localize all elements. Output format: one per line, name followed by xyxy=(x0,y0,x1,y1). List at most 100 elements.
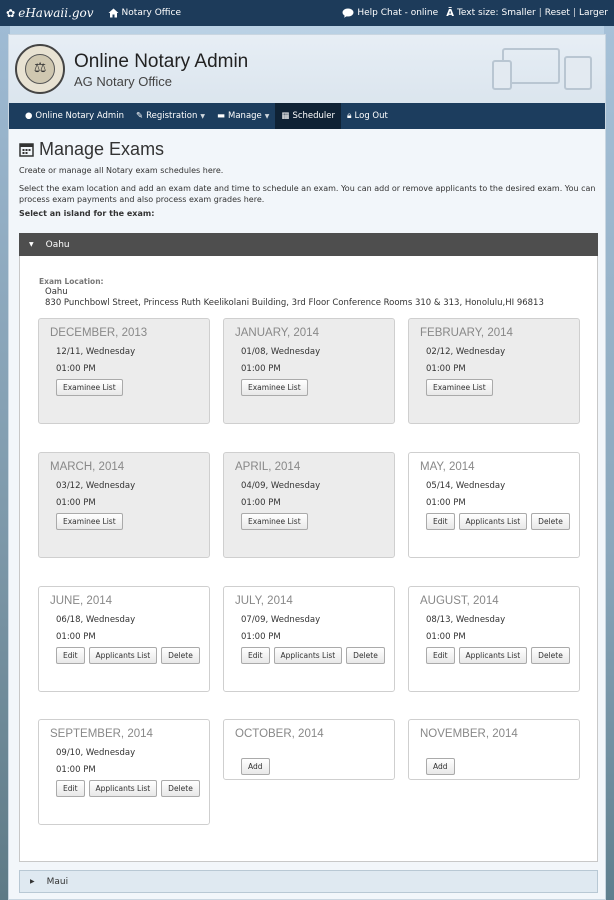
text-size-smaller[interactable]: Smaller xyxy=(501,8,535,18)
brand-text: eHawaii.gov xyxy=(18,6,94,20)
lock-icon: 🔒︎ xyxy=(347,111,352,121)
nav-label: Registration xyxy=(146,111,198,121)
app-title: Online Notary Admin xyxy=(74,51,249,72)
text-size-larger[interactable]: Larger xyxy=(579,8,608,18)
folder-icon: ▬ xyxy=(216,111,226,121)
exam-month: MAY, 2014 xyxy=(420,461,475,473)
nav-registration[interactable]: ✎ Registration ▼ xyxy=(130,103,211,129)
exam-month: JULY, 2014 xyxy=(235,595,293,607)
notary-office-label: Notary Office xyxy=(121,8,181,18)
island-name: Maui xyxy=(46,876,69,887)
accordion-maui-header[interactable]: ▶ Maui xyxy=(19,870,598,893)
exam-month: JANUARY, 2014 xyxy=(235,327,319,339)
calendar-icon xyxy=(19,143,34,157)
text-size-controls: Ā Text size: Smaller | Reset | Larger xyxy=(446,8,608,19)
exam-date: 01/08, Wednesday xyxy=(241,347,321,357)
applicants-list-button[interactable]: Applicants List xyxy=(273,647,343,664)
caret-right-icon: ▶ xyxy=(30,878,35,885)
exam-card: JULY, 2014 07/09, Wednesday 01:00 PM Edi… xyxy=(223,586,395,692)
exam-location-address: 830 Punchbowl Street, Princess Ruth Keel… xyxy=(45,298,544,308)
exam-card: JANUARY, 2014 01/08, Wednesday 01:00 PM … xyxy=(223,318,395,424)
exam-time: 01:00 PM xyxy=(56,632,96,642)
nav-online-notary-admin[interactable]: ● Online Notary Admin xyxy=(19,103,130,129)
edit-icon: ✎ xyxy=(135,111,144,121)
edit-button[interactable]: Edit xyxy=(426,647,455,664)
delete-button[interactable]: Delete xyxy=(346,647,385,664)
devices-icon xyxy=(492,48,592,90)
examinee-list-button[interactable]: Examinee List xyxy=(241,513,308,530)
applicants-list-button[interactable]: Applicants List xyxy=(88,780,158,797)
exam-time: 01:00 PM xyxy=(426,632,466,642)
delete-button[interactable]: Delete xyxy=(161,647,200,664)
notary-office-link[interactable]: Notary Office xyxy=(108,8,181,18)
add-exam-button[interactable]: Add xyxy=(426,758,455,775)
applicants-list-button[interactable]: Applicants List xyxy=(458,513,528,530)
nav-label: Online Notary Admin xyxy=(35,111,124,121)
nav-scheduler[interactable]: ▦ Scheduler xyxy=(275,103,341,129)
hawaii-flower-icon: ✿ xyxy=(6,6,16,20)
page-title: Manage Exams xyxy=(19,139,597,160)
examinee-list-button[interactable]: Examinee List xyxy=(56,379,123,396)
text-size-reset[interactable]: Reset xyxy=(545,8,570,18)
examinee-list-button[interactable]: Examinee List xyxy=(56,513,123,530)
island-prompt: Select an island for the exam: xyxy=(19,209,155,218)
edit-button[interactable]: Edit xyxy=(56,780,85,797)
exam-location-label: Exam Location: xyxy=(39,277,104,286)
circle-icon: ● xyxy=(25,111,33,121)
exam-date: 12/11, Wednesday xyxy=(56,347,136,357)
exam-card: MARCH, 2014 03/12, Wednesday 01:00 PM Ex… xyxy=(38,452,210,558)
page-content: Manage Exams Create or manage all Notary… xyxy=(19,139,597,218)
delete-button[interactable]: Delete xyxy=(531,647,570,664)
exam-time: 01:00 PM xyxy=(426,498,466,508)
exam-date: 03/12, Wednesday xyxy=(56,481,136,491)
exam-card: FEBRUARY, 2014 02/12, Wednesday 01:00 PM… xyxy=(408,318,580,424)
examinee-list-button[interactable]: Examinee List xyxy=(241,379,308,396)
examinee-list-button[interactable]: Examinee List xyxy=(426,379,493,396)
edit-button[interactable]: Edit xyxy=(56,647,85,664)
add-exam-button[interactable]: Add xyxy=(241,758,270,775)
exam-location-name: Oahu xyxy=(45,287,68,297)
exam-card-empty: NOVEMBER, 2014 Add xyxy=(408,719,580,780)
exam-month: FEBRUARY, 2014 xyxy=(420,327,513,339)
calendar-icon: ▦ xyxy=(281,111,290,121)
home-icon xyxy=(108,8,119,18)
main-panel: ⚖ Online Notary Admin AG Notary Office ●… xyxy=(8,34,606,900)
ehawaii-brand-link[interactable]: ✿ eHawaii.gov xyxy=(6,6,94,20)
applicants-list-button[interactable]: Applicants List xyxy=(88,647,158,664)
intro-text: Create or manage all Notary exam schedul… xyxy=(19,166,224,175)
delete-button[interactable]: Delete xyxy=(531,513,570,530)
applicants-list-button[interactable]: Applicants List xyxy=(458,647,528,664)
exam-month: OCTOBER, 2014 xyxy=(235,728,324,740)
exam-card: APRIL, 2014 04/09, Wednesday 01:00 PM Ex… xyxy=(223,452,395,558)
exam-time: 01:00 PM xyxy=(56,765,96,775)
island-name: Oahu xyxy=(45,239,70,250)
exam-card: DECEMBER, 2013 12/11, Wednesday 01:00 PM… xyxy=(38,318,210,424)
exam-date: 02/12, Wednesday xyxy=(426,347,506,357)
nav-log-out[interactable]: 🔒︎ Log Out xyxy=(341,103,394,129)
exam-time: 01:00 PM xyxy=(241,498,281,508)
delete-button[interactable]: Delete xyxy=(161,780,200,797)
exam-month: NOVEMBER, 2014 xyxy=(420,728,518,740)
separator: | xyxy=(538,8,542,18)
nav-manage[interactable]: ▬ Manage ▼ xyxy=(211,103,275,129)
exam-month: DECEMBER, 2013 xyxy=(50,327,148,339)
exam-time: 01:00 PM xyxy=(56,498,96,508)
exam-date: 09/10, Wednesday xyxy=(56,748,136,758)
edit-button[interactable]: Edit xyxy=(241,647,270,664)
exam-card-empty: OCTOBER, 2014 Add xyxy=(223,719,395,780)
help-chat-link[interactable]: Help Chat - online xyxy=(342,8,438,18)
app-subtitle: AG Notary Office xyxy=(74,74,173,89)
exam-card: MAY, 2014 05/14, Wednesday 01:00 PM Edit… xyxy=(408,452,580,558)
exam-card: JUNE, 2014 06/18, Wednesday 01:00 PM Edi… xyxy=(38,586,210,692)
caret-down-icon: ▼ xyxy=(29,241,34,248)
app-header: ⚖ Online Notary Admin AG Notary Office xyxy=(9,35,605,103)
chat-bubble-icon xyxy=(342,8,354,18)
edit-button[interactable]: Edit xyxy=(426,513,455,530)
exam-date: 04/09, Wednesday xyxy=(241,481,321,491)
nav-label: Scheduler xyxy=(292,111,335,121)
exam-time: 01:00 PM xyxy=(241,632,281,642)
exam-month: SEPTEMBER, 2014 xyxy=(50,728,153,740)
caret-down-icon: ▼ xyxy=(264,112,270,120)
exam-time: 01:00 PM xyxy=(241,364,281,374)
accordion-oahu-header[interactable]: ▼ Oahu xyxy=(19,233,598,256)
